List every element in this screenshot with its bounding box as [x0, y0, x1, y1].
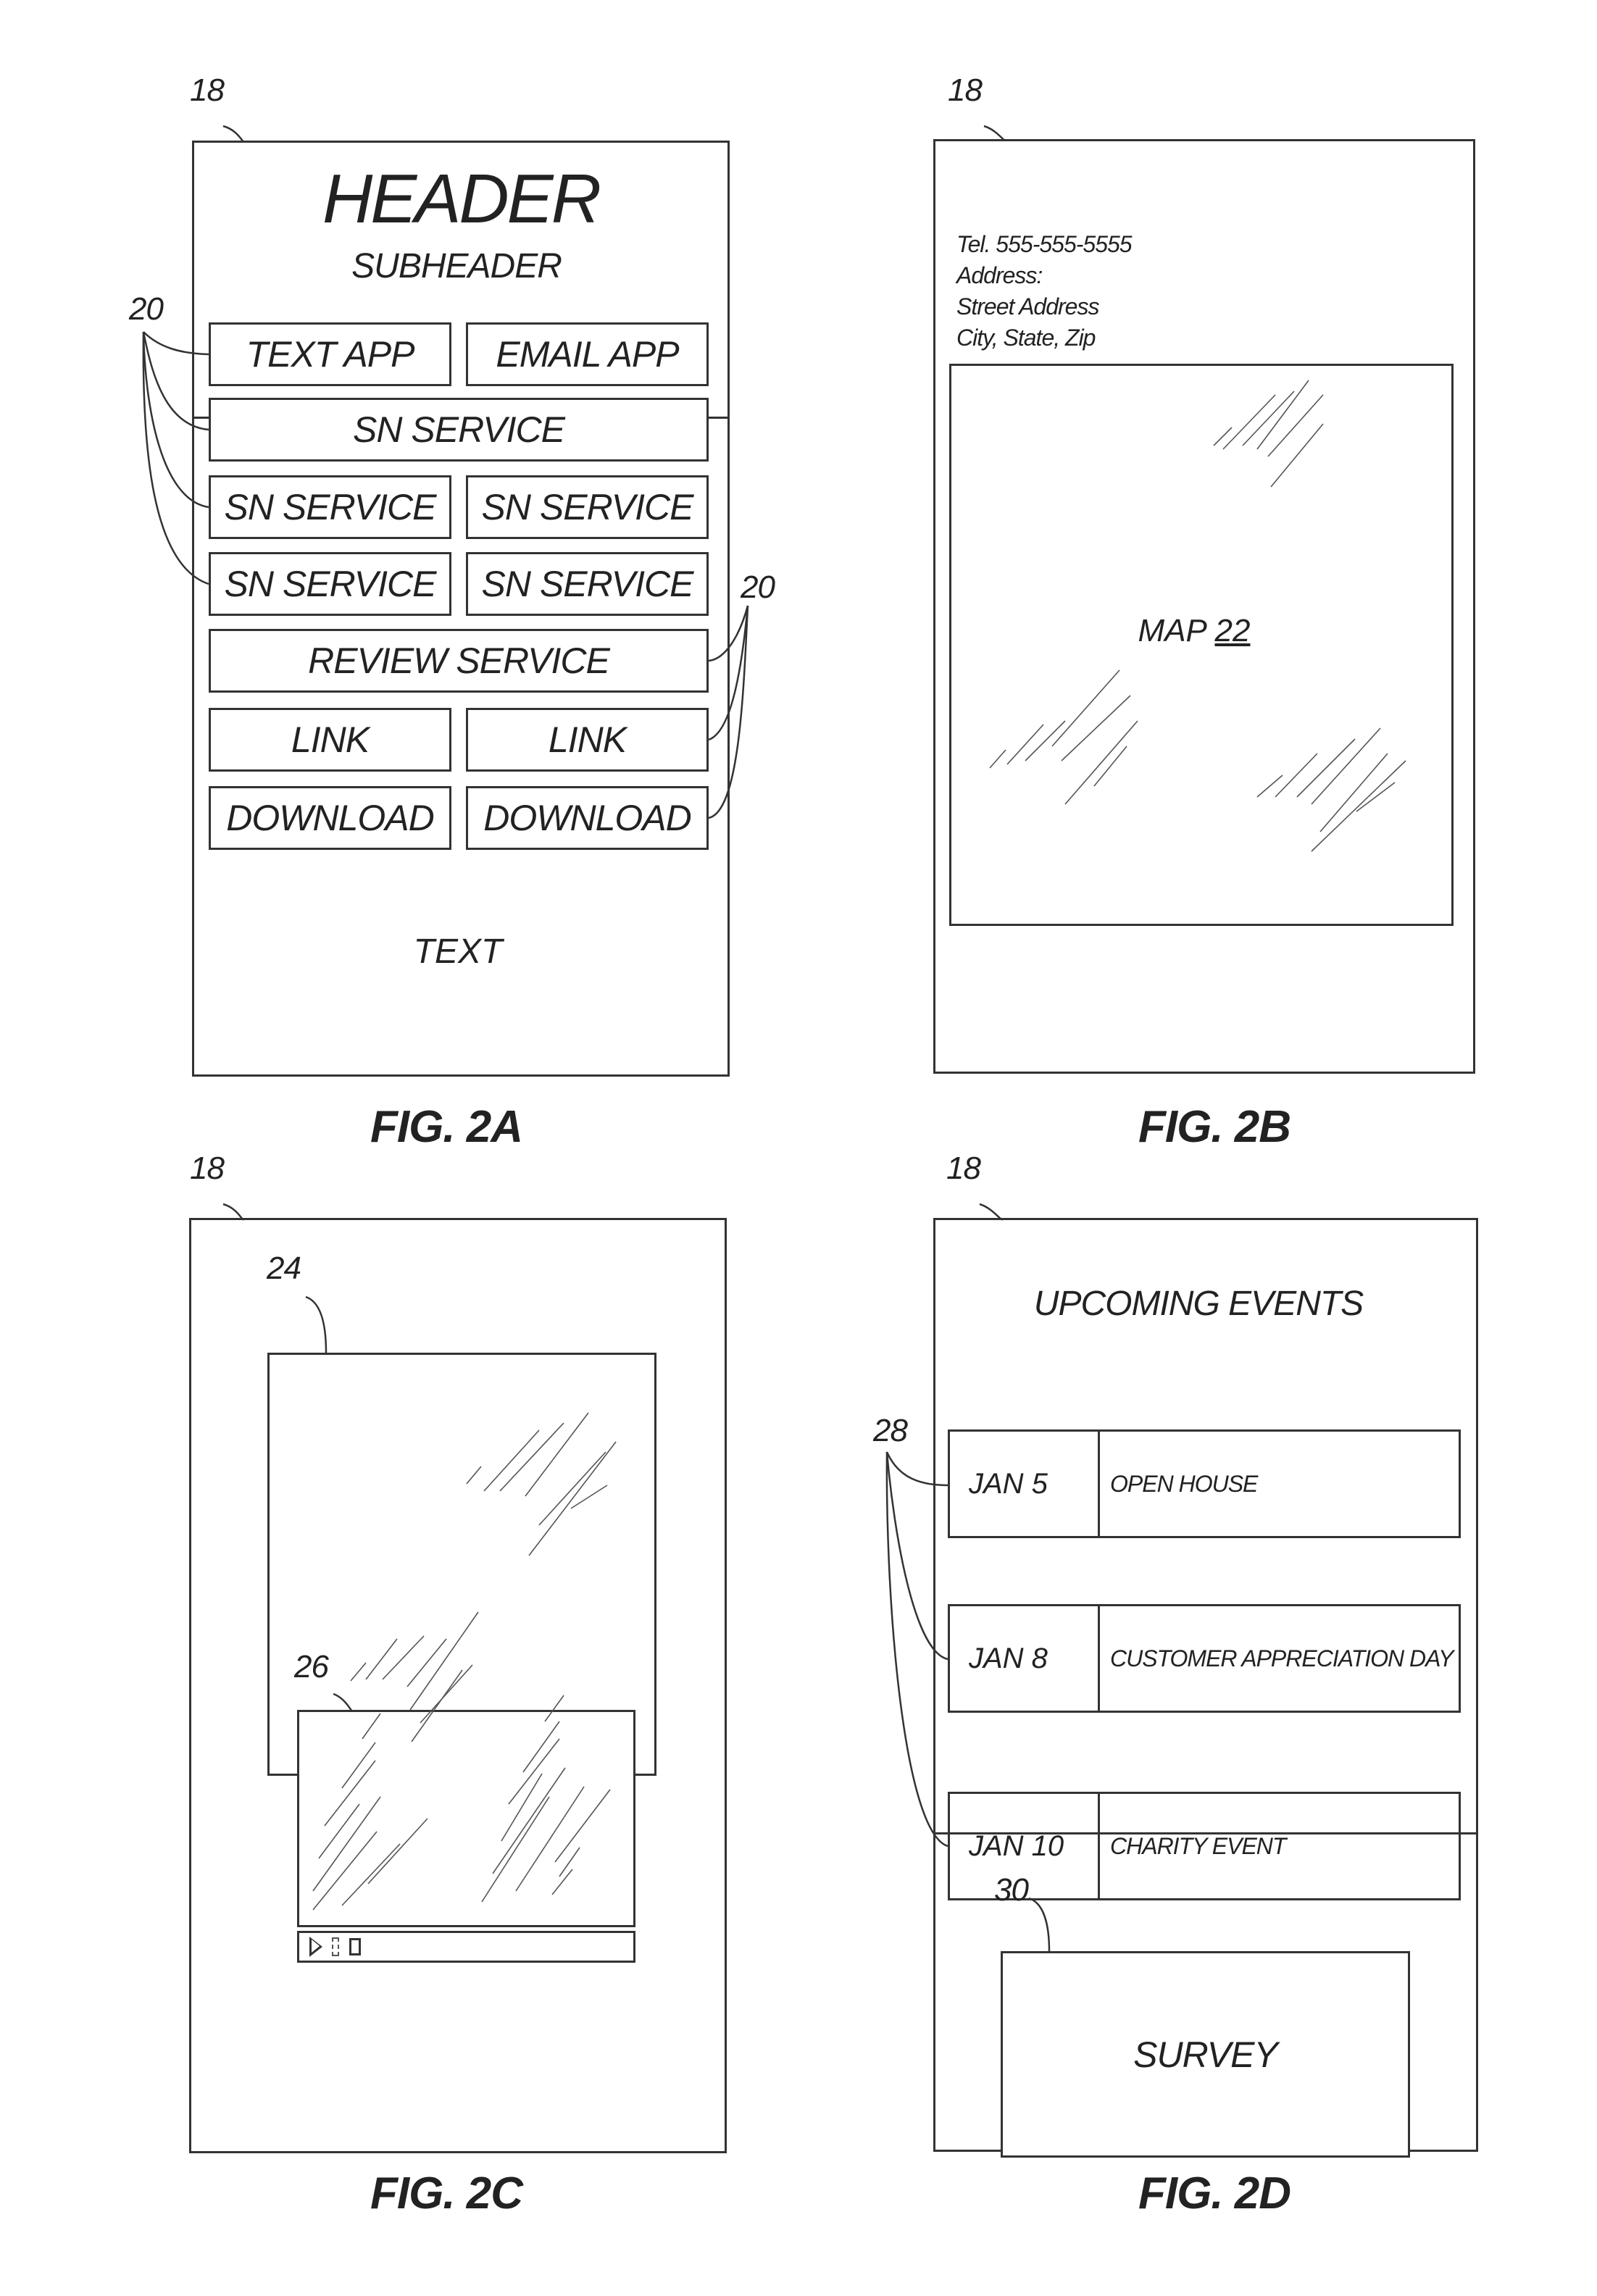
events-title: UPCOMING EVENTS — [1033, 1285, 1364, 1323]
stop-icon[interactable] — [349, 1938, 361, 1955]
ref-20-right: 20 — [741, 569, 775, 605]
event-title: CHARITY EVENT — [1110, 1832, 1286, 1859]
header-title: HEADER — [322, 160, 601, 238]
leader-18-2d — [979, 1203, 1004, 1221]
video-control-bar — [297, 1931, 635, 1963]
ref-18-fig2c: 18 — [190, 1151, 225, 1186]
review-service-button[interactable]: REVIEW SERVICE — [209, 629, 709, 693]
ref-30: 30 — [994, 1872, 1029, 1908]
contact-info: Tel. 555-555-5555 Address: Street Addres… — [956, 229, 1133, 354]
text-app-button[interactable]: TEXT APP — [209, 322, 451, 386]
leader-18-2c — [222, 1203, 245, 1221]
caption-fig-2a: FIG. 2A — [370, 1102, 523, 1152]
email-app-button[interactable]: EMAIL APP — [466, 322, 709, 386]
leader-18-2a — [222, 125, 245, 143]
subheader: SUBHEADER — [351, 247, 562, 285]
contact-tel[interactable]: Tel. 555-555-5555 — [956, 229, 1133, 260]
pause-icon[interactable] — [332, 1937, 339, 1956]
map-label: MAP 22 — [1138, 613, 1251, 649]
caption-fig-2d: FIG. 2D — [1138, 2168, 1291, 2218]
section-divider — [933, 1832, 1478, 1834]
ref-24: 24 — [267, 1251, 301, 1286]
video-player-26[interactable] — [297, 1710, 635, 1927]
survey-button[interactable]: SURVEY — [1001, 1951, 1410, 2158]
event-date: JAN 5 — [969, 1467, 1048, 1500]
contact-city-state-zip: City, State, Zip — [956, 325, 1096, 351]
sn-service-button-3[interactable]: SN SERVICE — [209, 552, 451, 616]
sn-service-button-1[interactable]: SN SERVICE — [209, 475, 451, 539]
ref-26: 26 — [294, 1649, 329, 1685]
sn-service-button-full[interactable]: SN SERVICE — [209, 398, 709, 462]
ref-28: 28 — [873, 1413, 908, 1448]
map-label-text: MAP — [1138, 613, 1206, 648]
leader-18-2b — [983, 125, 1007, 142]
ref-18-fig2d: 18 — [946, 1151, 981, 1186]
link-button-2[interactable]: LINK — [466, 708, 709, 772]
caption-fig-2b: FIG. 2B — [1138, 1102, 1291, 1152]
link-button-1[interactable]: LINK — [209, 708, 451, 772]
event-date: JAN 8 — [969, 1642, 1048, 1674]
ref-18-fig2b: 18 — [948, 72, 983, 108]
ref-20-left: 20 — [129, 291, 164, 327]
download-button-2[interactable]: DOWNLOAD — [466, 786, 709, 850]
event-title: OPEN HOUSE — [1110, 1470, 1258, 1497]
contact-address-label: Address: — [956, 262, 1043, 288]
contact-street: Street Address — [956, 293, 1099, 320]
sn-service-button-2[interactable]: SN SERVICE — [466, 475, 709, 539]
play-icon-inner — [312, 1940, 320, 1953]
caption-fig-2c: FIG. 2C — [370, 2168, 523, 2218]
map-ref-22: 22 — [1214, 613, 1251, 648]
event-title: CUSTOMER APPRECIATION DAY — [1110, 1645, 1454, 1671]
ref-18-fig2a: 18 — [190, 72, 225, 108]
footer-text: TEXT — [413, 932, 503, 971]
sn-service-button-4[interactable]: SN SERVICE — [466, 552, 709, 616]
download-button-1[interactable]: DOWNLOAD — [209, 786, 451, 850]
